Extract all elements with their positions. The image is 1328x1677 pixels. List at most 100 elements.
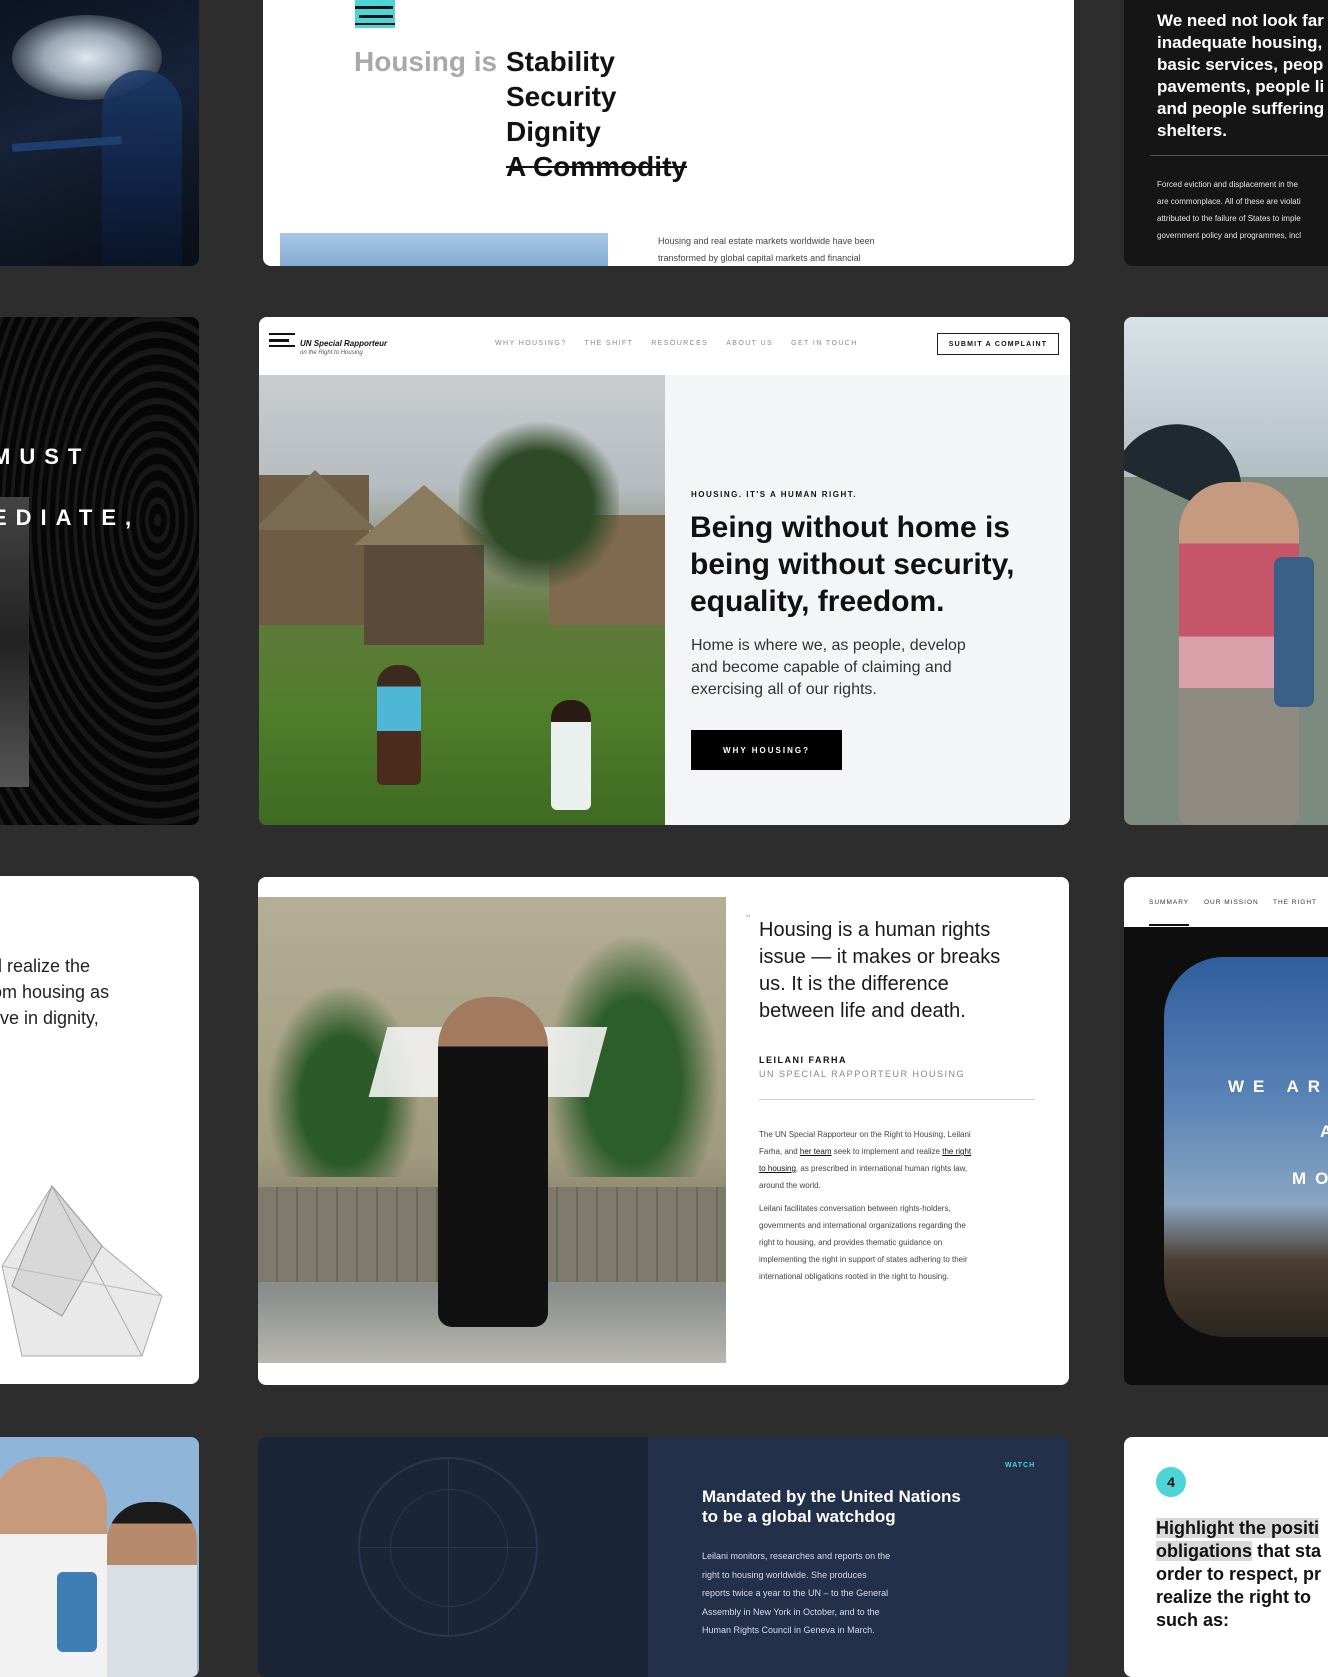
nav-the-shift[interactable]: THE SHIFT	[585, 340, 634, 347]
hero-headline: Being without home is being without secu…	[690, 509, 1014, 620]
text-line: realize the right to	[1156, 1587, 1312, 1607]
heading-line: shelters.	[1157, 121, 1227, 140]
step-number-badge: 4	[1156, 1467, 1186, 1497]
small-line: are commonplace. All of these are violat…	[1157, 197, 1301, 206]
her-team-link[interactable]: her team	[800, 1147, 832, 1156]
site-logo[interactable]: UN Special Rapporteur on the Right to Ho…	[269, 331, 419, 361]
word-commodity-strikethrough: A Commodity	[506, 151, 687, 182]
body-line: right to housing worldwide. She produces	[702, 1569, 867, 1580]
word-security: Security	[506, 81, 617, 112]
mandate-title: Mandated by the United Nations to be a g…	[702, 1487, 961, 1527]
submit-complaint-button[interactable]: SUBMIT A COMPLAINT	[937, 333, 1059, 355]
bio-text: , as prescribed in international human r…	[795, 1164, 968, 1173]
person-silhouette	[102, 70, 182, 266]
tab-active-underline	[1149, 924, 1189, 926]
tab-the-right[interactable]: THE RIGHT	[1273, 899, 1317, 906]
logo-mark-icon	[269, 333, 295, 347]
headline-line: being without security,	[690, 548, 1015, 581]
main-nav: WHY HOUSING? THE SHIFT RESOURCES ABOUT U…	[495, 340, 858, 347]
text-line: d realize the	[0, 956, 91, 976]
heading-line: inadequate housing,	[1157, 33, 1323, 52]
need-not-look-far-card: We need not look far inadequate housing,…	[1124, 0, 1328, 266]
headline-line: equality, freedom.	[690, 585, 945, 618]
nav-get-in-touch[interactable]: GET IN TOUCH	[791, 340, 858, 347]
cave-photo-card	[0, 0, 199, 266]
woman-seated	[438, 997, 548, 1327]
bio-line: implementing the right in support of sta…	[759, 1255, 968, 1264]
attribution-name: LEILANI FARHA	[759, 1055, 847, 1065]
right-link-part2[interactable]: to housing	[759, 1164, 796, 1173]
quote-line: us. It is the difference	[759, 973, 949, 995]
housing-is-prefix: Housing is	[354, 46, 498, 77]
portrait-photo	[258, 897, 726, 1363]
heading-line: pavements, people li	[1157, 77, 1325, 96]
text-line: such as:	[1156, 1610, 1230, 1630]
bio-line: Farha, and her team seek to implement an…	[759, 1143, 971, 1160]
nav-about-us[interactable]: ABOUT US	[726, 340, 773, 347]
title-line: to be a global watchdog	[702, 1507, 896, 1526]
body-line: reports twice a year to the UN – to the …	[702, 1588, 889, 1598]
highlighted-phrase: Highlight the positi	[1156, 1518, 1319, 1538]
quote-text: Housing is a human rights issue — it mak…	[759, 917, 1000, 1025]
second-person	[107, 1502, 197, 1677]
mandate-card: WATCH Mandated by the United Nations to …	[258, 1437, 1069, 1677]
bio-line: around the world.	[759, 1181, 821, 1190]
body-line: Assembly in New York in October, and to …	[702, 1606, 880, 1617]
attribution-role: UN SPECIAL RAPPORTEUR HOUSING	[759, 1069, 966, 1079]
bag-strap	[1274, 557, 1314, 707]
bio-line: Leilani facilitates conversation between…	[759, 1204, 951, 1213]
child-running-1	[377, 665, 421, 785]
hero-body: Home is where we, as people, develop and…	[691, 635, 966, 701]
small-line: government policy and programmes, incl	[1157, 231, 1302, 240]
body-line-1: Housing and real estate markets worldwid…	[658, 236, 875, 246]
nav-resources[interactable]: RESOURCES	[651, 340, 708, 347]
highlighted-phrase: obligations	[1156, 1541, 1252, 1561]
mandate-body: Leilani monitors, researches and reports…	[702, 1547, 890, 1640]
bio-text: Farha, and	[759, 1147, 800, 1156]
child-running-2	[551, 700, 591, 810]
word-dignity: Dignity	[506, 116, 601, 147]
bio-line: governments and international organizati…	[759, 1221, 966, 1230]
dark-pattern-card: MUST EDIATE,	[0, 317, 199, 825]
brand-mark-icon	[355, 0, 395, 28]
wave-texture	[0, 317, 199, 825]
ruin-window-photo	[1164, 957, 1328, 1337]
bio-paragraph-1: The UN Special Rapporteur on the Right t…	[759, 1126, 971, 1194]
tab-summary[interactable]: SUMMARY	[1149, 899, 1189, 906]
housing-is-card: Housing is Stability Security Dignity A …	[263, 0, 1074, 266]
watch-link[interactable]: WATCH	[1005, 1462, 1035, 1469]
body-line: Home is where we, as people, develop	[691, 637, 966, 654]
text-line: Highlight the positi	[1156, 1517, 1321, 1540]
overlay-line-1: WE AR	[1228, 1077, 1328, 1096]
village-hero-photo	[259, 375, 665, 825]
heading-line: basic services, peop	[1157, 55, 1324, 74]
small-text-block: Forced eviction and displacement in the …	[1157, 176, 1301, 244]
realize-text-card: d realize the om housing as live in dign…	[0, 876, 199, 1384]
text-line: live in dignity,	[0, 1008, 99, 1028]
trees	[459, 415, 619, 595]
why-housing-button[interactable]: WHY HOUSING?	[691, 730, 842, 770]
partial-text: d realize the om housing as live in dign…	[0, 953, 109, 1031]
nav-why-housing[interactable]: WHY HOUSING?	[495, 340, 567, 347]
logo-title: UN Special Rapporteur	[300, 339, 388, 348]
body-line: Leilani monitors, researches and reports…	[702, 1551, 891, 1561]
summary-card: SUMMARY OUR MISSION THE RIGHT WE AR A MO	[1124, 877, 1328, 1385]
body-line: exercising all of our rights.	[691, 681, 877, 698]
hero-eyebrow: HOUSING. IT'S A HUMAN RIGHT.	[691, 490, 857, 499]
headline-line: Being without home is	[690, 511, 1010, 544]
woman-pointing-photo-card	[1124, 317, 1328, 825]
bag	[57, 1572, 97, 1652]
tab-our-mission[interactable]: OUR MISSION	[1204, 899, 1259, 906]
divider	[1150, 155, 1328, 156]
quote-line: issue — it makes or breaks	[759, 946, 1001, 968]
quote-line: between life and death.	[759, 1000, 966, 1022]
heading-line: We need not look far	[1157, 11, 1324, 30]
overlay-line-2: A	[1320, 1122, 1328, 1142]
homepage-card: UN Special Rapporteur on the Right to Ho…	[259, 317, 1070, 825]
highlight-card: 4 Highlight the positi obligations that …	[1124, 1437, 1328, 1677]
water-photo-strip	[280, 233, 608, 266]
right-link-part1[interactable]: the right	[942, 1147, 971, 1156]
bio-text: seek to implement and realize	[831, 1147, 943, 1156]
title-line: Mandated by the United Nations	[702, 1487, 961, 1506]
text-line: order to respect, pr	[1156, 1564, 1322, 1584]
